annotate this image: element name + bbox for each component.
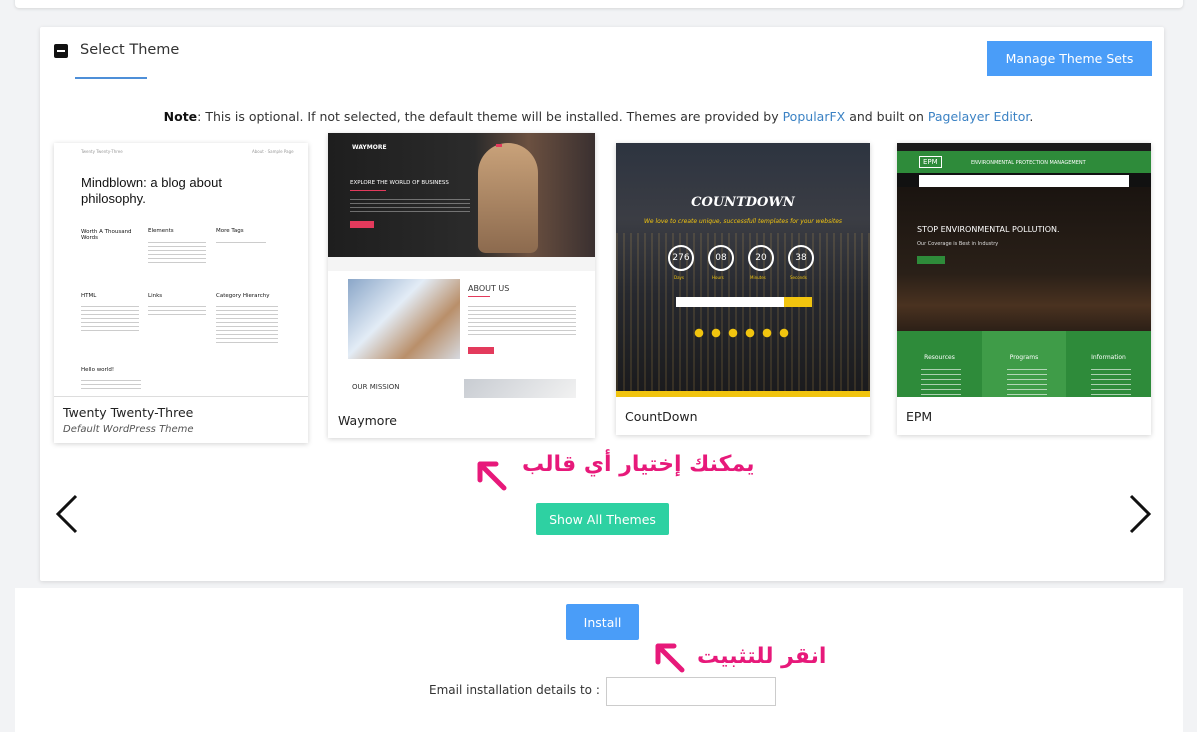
annotation-click-install: انقر للتثبيت — [697, 644, 827, 669]
preview-about: ABOUT US — [468, 284, 510, 293]
counter-label: Minutes — [750, 275, 766, 280]
theme-name: EPM — [906, 409, 933, 424]
theme-thumbnail: COUNTDOWN We love to create unique, succ… — [616, 143, 870, 397]
preview-item: More Tags — [216, 228, 244, 234]
note-label: Note — [163, 109, 198, 124]
title-underline — [75, 77, 147, 79]
preview-sub: Our Coverage is Best in Industry — [917, 241, 999, 247]
preview-column: Information — [1091, 354, 1126, 361]
pagelayer-link[interactable]: Pagelayer Editor — [928, 109, 1029, 124]
popularfx-link[interactable]: PopularFX — [783, 109, 846, 124]
counter-label: Hours — [712, 275, 724, 280]
preview-item: Category Hierarchy — [216, 293, 270, 299]
theme-card-twenty-twenty-three[interactable]: Twenty Twenty-Three About · Sample Page … — [54, 143, 308, 443]
theme-card-epm[interactable]: EPM ENVIRONMENTAL PROTECTION MANAGEMENT … — [897, 143, 1151, 435]
annotation-choose-theme: يمكنك إختيار أي قالب — [522, 452, 755, 477]
preview-item: Hello world! — [81, 367, 115, 373]
preview-logo: EPM — [919, 156, 942, 168]
preview-mission: OUR MISSION — [352, 383, 400, 391]
pink-arrow-icon — [655, 643, 685, 673]
show-all-themes-button[interactable]: Show All Themes — [536, 503, 669, 535]
pink-arrow-icon — [477, 461, 507, 491]
preview-item: Links — [148, 293, 163, 299]
preview-item: HTML — [81, 293, 97, 299]
carousel-prev-arrow-icon[interactable] — [52, 492, 82, 536]
theme-name: CountDown — [625, 409, 698, 424]
preview-brand: WAYMORE — [352, 144, 387, 151]
preview-headline: Mindblown: a blog about philosophy. — [81, 175, 222, 206]
counter-days: 276 — [668, 245, 694, 271]
note-text-before: : This is optional. If not selected, the… — [197, 109, 783, 124]
theme-name: Twenty Twenty-Three — [63, 405, 194, 420]
theme-thumbnail: WAYMORE EXPLORE THE WORLD OF BUSINESS AB… — [328, 133, 595, 398]
email-input[interactable] — [606, 677, 776, 706]
counter-label: Days — [674, 275, 684, 280]
theme-thumbnail: EPM ENVIRONMENTAL PROTECTION MANAGEMENT … — [897, 143, 1151, 397]
note-text: Note: This is optional. If not selected,… — [0, 109, 1197, 124]
preview-item: Elements — [148, 228, 174, 234]
note-text-middle: and built on — [845, 109, 928, 124]
theme-name: Waymore — [338, 413, 397, 428]
countdown-counters: 276 08 20 38 Days Hours Minutes Seconds — [668, 245, 818, 281]
counter-hours: 08 — [708, 245, 734, 271]
preview-hero: EXPLORE THE WORLD OF BUSINESS — [350, 180, 449, 186]
manage-theme-sets-button[interactable]: Manage Theme Sets — [987, 41, 1152, 76]
section-title: Select Theme — [80, 42, 180, 58]
note-text-after: . — [1029, 109, 1034, 124]
counter-seconds: 38 — [788, 245, 814, 271]
theme-card-countdown[interactable]: COUNTDOWN We love to create unique, succ… — [616, 143, 870, 435]
install-button[interactable]: Install — [566, 604, 639, 640]
counter-minutes: 20 — [748, 245, 774, 271]
preview-heading: COUNTDOWN — [691, 195, 795, 210]
preview-hero: STOP ENVIRONMENTAL POLLUTION. — [917, 225, 1060, 234]
preview-tagline: We love to create unique, successfull te… — [643, 218, 843, 225]
theme-subtitle: Default WordPress Theme — [63, 424, 194, 435]
collapse-icon[interactable] — [54, 44, 68, 58]
counter-label: Seconds — [790, 275, 807, 280]
theme-card-waymore[interactable]: WAYMORE EXPLORE THE WORLD OF BUSINESS AB… — [328, 133, 595, 438]
preview-column: Programs — [1009, 354, 1039, 361]
email-label: Email installation details to : — [429, 683, 600, 697]
carousel-next-arrow-icon[interactable] — [1125, 492, 1155, 536]
theme-thumbnail: Twenty Twenty-Three About · Sample Page … — [54, 143, 308, 397]
preview-banner: ENVIRONMENTAL PROTECTION MANAGEMENT — [971, 160, 1086, 166]
preview-column: Resources — [924, 354, 955, 361]
previous-section-card — [15, 0, 1183, 8]
preview-item: Worth A Thousand Words — [81, 229, 132, 241]
